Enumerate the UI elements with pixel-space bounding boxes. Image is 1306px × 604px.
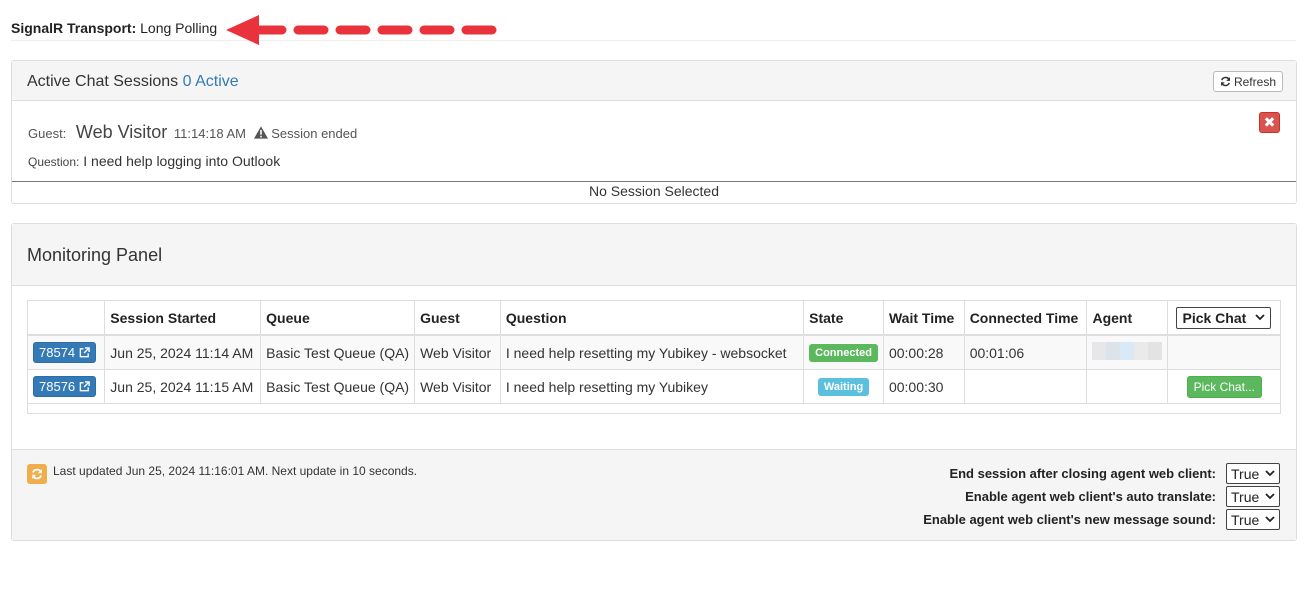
queue: Basic Test Queue (QA) (260, 369, 415, 404)
chevron-down-icon (1265, 470, 1275, 477)
open-session-button[interactable]: 78574 (33, 342, 97, 363)
sessions-table-wrap: Session Started Queue Guest Question Sta… (27, 300, 1281, 414)
monitoring-panel: Monitoring Panel Session Started Queue G… (11, 223, 1297, 541)
chevron-down-icon (1265, 493, 1275, 500)
monitoring-header: Monitoring Panel (12, 224, 1296, 286)
session-id-cell: 78576 (28, 369, 105, 404)
column-header[interactable]: Queue (260, 301, 415, 336)
external-link-icon (79, 381, 90, 392)
monitoring-footer: Last updated Jun 25, 2024 11:16:01 AM. N… (12, 449, 1296, 540)
agent-name-redacted (1092, 342, 1163, 360)
refresh-button[interactable]: Refresh (1212, 71, 1283, 92)
pick-chat-select-label: Pick Chat (1182, 309, 1247, 326)
state-badge: Connected (809, 344, 878, 362)
state-cell: Waiting (803, 369, 884, 404)
agent-cell (1086, 369, 1168, 404)
auto-refresh-icon (27, 464, 47, 484)
chevron-down-icon (1255, 314, 1266, 321)
divider (11, 40, 1296, 41)
setting-label: Enable agent web client's new message so… (923, 512, 1216, 527)
wait-time: 00:00:30 (882, 369, 965, 404)
agent-cell (1086, 335, 1168, 370)
column-header[interactable]: Guest (414, 301, 501, 336)
guest: Web Visitor (414, 335, 501, 370)
question: I need help resetting my Yubikey - webso… (499, 335, 804, 370)
transport-label: SignalR Transport: (11, 20, 137, 36)
column-header[interactable]: Connected Time (963, 301, 1087, 336)
column-header[interactable]: State (803, 301, 884, 336)
close-session-button[interactable]: ✖ (1259, 112, 1280, 133)
refresh-label: Refresh (1233, 74, 1276, 89)
session-question-line: Question: I need help logging into Outlo… (28, 153, 280, 169)
sessions-table: Session Started Queue Guest Question Sta… (28, 301, 1280, 404)
chevron-down-icon (1265, 516, 1275, 523)
question-text: I need help logging into Outlook (83, 153, 281, 169)
active-count: 0 Active (182, 73, 239, 90)
setting-value: True (1231, 465, 1260, 482)
wait-time: 00:00:28 (882, 335, 965, 370)
pick-chat-select[interactable]: Pick Chat (1176, 306, 1272, 329)
setting-label: End session after closing agent web clie… (949, 466, 1216, 481)
setting-row: Enable agent web client's new message so… (923, 508, 1280, 531)
session-card[interactable]: Guest: Web Visitor 11:14:18 AM Session e… (12, 101, 1296, 182)
guest: Web Visitor (414, 369, 501, 404)
last-updated-text: Last updated Jun 25, 2024 11:16:01 AM. N… (53, 464, 418, 478)
guest-label: Guest: (28, 126, 67, 141)
refresh-icon (1220, 76, 1230, 87)
session-time: 11:14:18 AM (173, 126, 246, 141)
session-started: Jun 25, 2024 11:15 AM (104, 369, 261, 404)
column-header[interactable]: Agent (1086, 301, 1168, 336)
monitoring-title: Monitoring Panel (27, 245, 163, 265)
setting-value: True (1231, 488, 1260, 505)
warning-icon (253, 126, 268, 139)
setting-select[interactable]: True (1226, 509, 1280, 530)
active-sessions-title: Active Chat Sessions 0 Active (27, 73, 239, 91)
column-header[interactable]: Question (499, 301, 804, 336)
question: I need help resetting my Yubikey (499, 369, 804, 404)
setting-label: Enable agent web client's auto translate… (965, 489, 1216, 504)
session-id: 78574 (39, 345, 76, 360)
column-header[interactable]: Wait Time (882, 301, 965, 336)
no-session-selected: No Session Selected (589, 183, 719, 199)
state-badge: Waiting (817, 378, 870, 396)
connected-time (963, 369, 1087, 404)
connected-time: 00:01:06 (963, 335, 1087, 370)
table-header-row: Session Started Queue Guest Question Sta… (28, 301, 1280, 336)
session-started: Jun 25, 2024 11:14 AM (104, 335, 261, 370)
state-cell: Connected (803, 335, 884, 370)
open-session-button[interactable]: 78576 (33, 376, 97, 397)
table-row[interactable]: 78574 Jun 25, 2024 11:14 AM Basic Test Q… (28, 335, 1280, 370)
session-status: Session ended (271, 126, 358, 141)
transport-value: Long Polling (140, 20, 218, 36)
active-sessions-header: Active Chat Sessions 0 Active Refresh (12, 61, 1296, 101)
pick-chat-cell (1167, 335, 1280, 370)
client-settings: End session after closing agent web clie… (923, 462, 1280, 531)
pick-chat-header: Pick Chat (1167, 301, 1280, 336)
session-id: 78576 (39, 379, 76, 394)
external-link-icon (79, 347, 90, 358)
setting-row: Enable agent web client's auto translate… (923, 485, 1280, 508)
setting-select[interactable]: True (1226, 463, 1280, 484)
question-label: Question: (28, 155, 80, 169)
setting-select[interactable]: True (1226, 486, 1280, 507)
session-guest-line: Guest: Web Visitor 11:14:18 AM Session e… (28, 122, 357, 143)
column-header-id (28, 301, 105, 336)
queue: Basic Test Queue (QA) (260, 335, 415, 370)
close-icon: ✖ (1263, 114, 1276, 130)
column-header[interactable]: Session Started (104, 301, 261, 336)
active-chat-sessions-panel: Active Chat Sessions 0 Active Refresh Gu… (11, 60, 1297, 204)
session-id-cell: 78574 (28, 335, 105, 370)
red-dashed-arrow-annotation (226, 15, 497, 45)
table-row[interactable]: 78576 Jun 25, 2024 11:15 AM Basic Test Q… (28, 369, 1280, 404)
active-sessions-title-text: Active Chat Sessions (27, 73, 179, 90)
pick-chat-button[interactable]: Pick Chat... (1186, 375, 1262, 398)
guest-name: Web Visitor (75, 122, 168, 142)
setting-value: True (1231, 511, 1260, 528)
pick-chat-cell: Pick Chat... (1167, 369, 1280, 404)
signalr-transport: SignalR Transport: Long Polling (11, 20, 217, 36)
setting-row: End session after closing agent web clie… (923, 462, 1280, 485)
